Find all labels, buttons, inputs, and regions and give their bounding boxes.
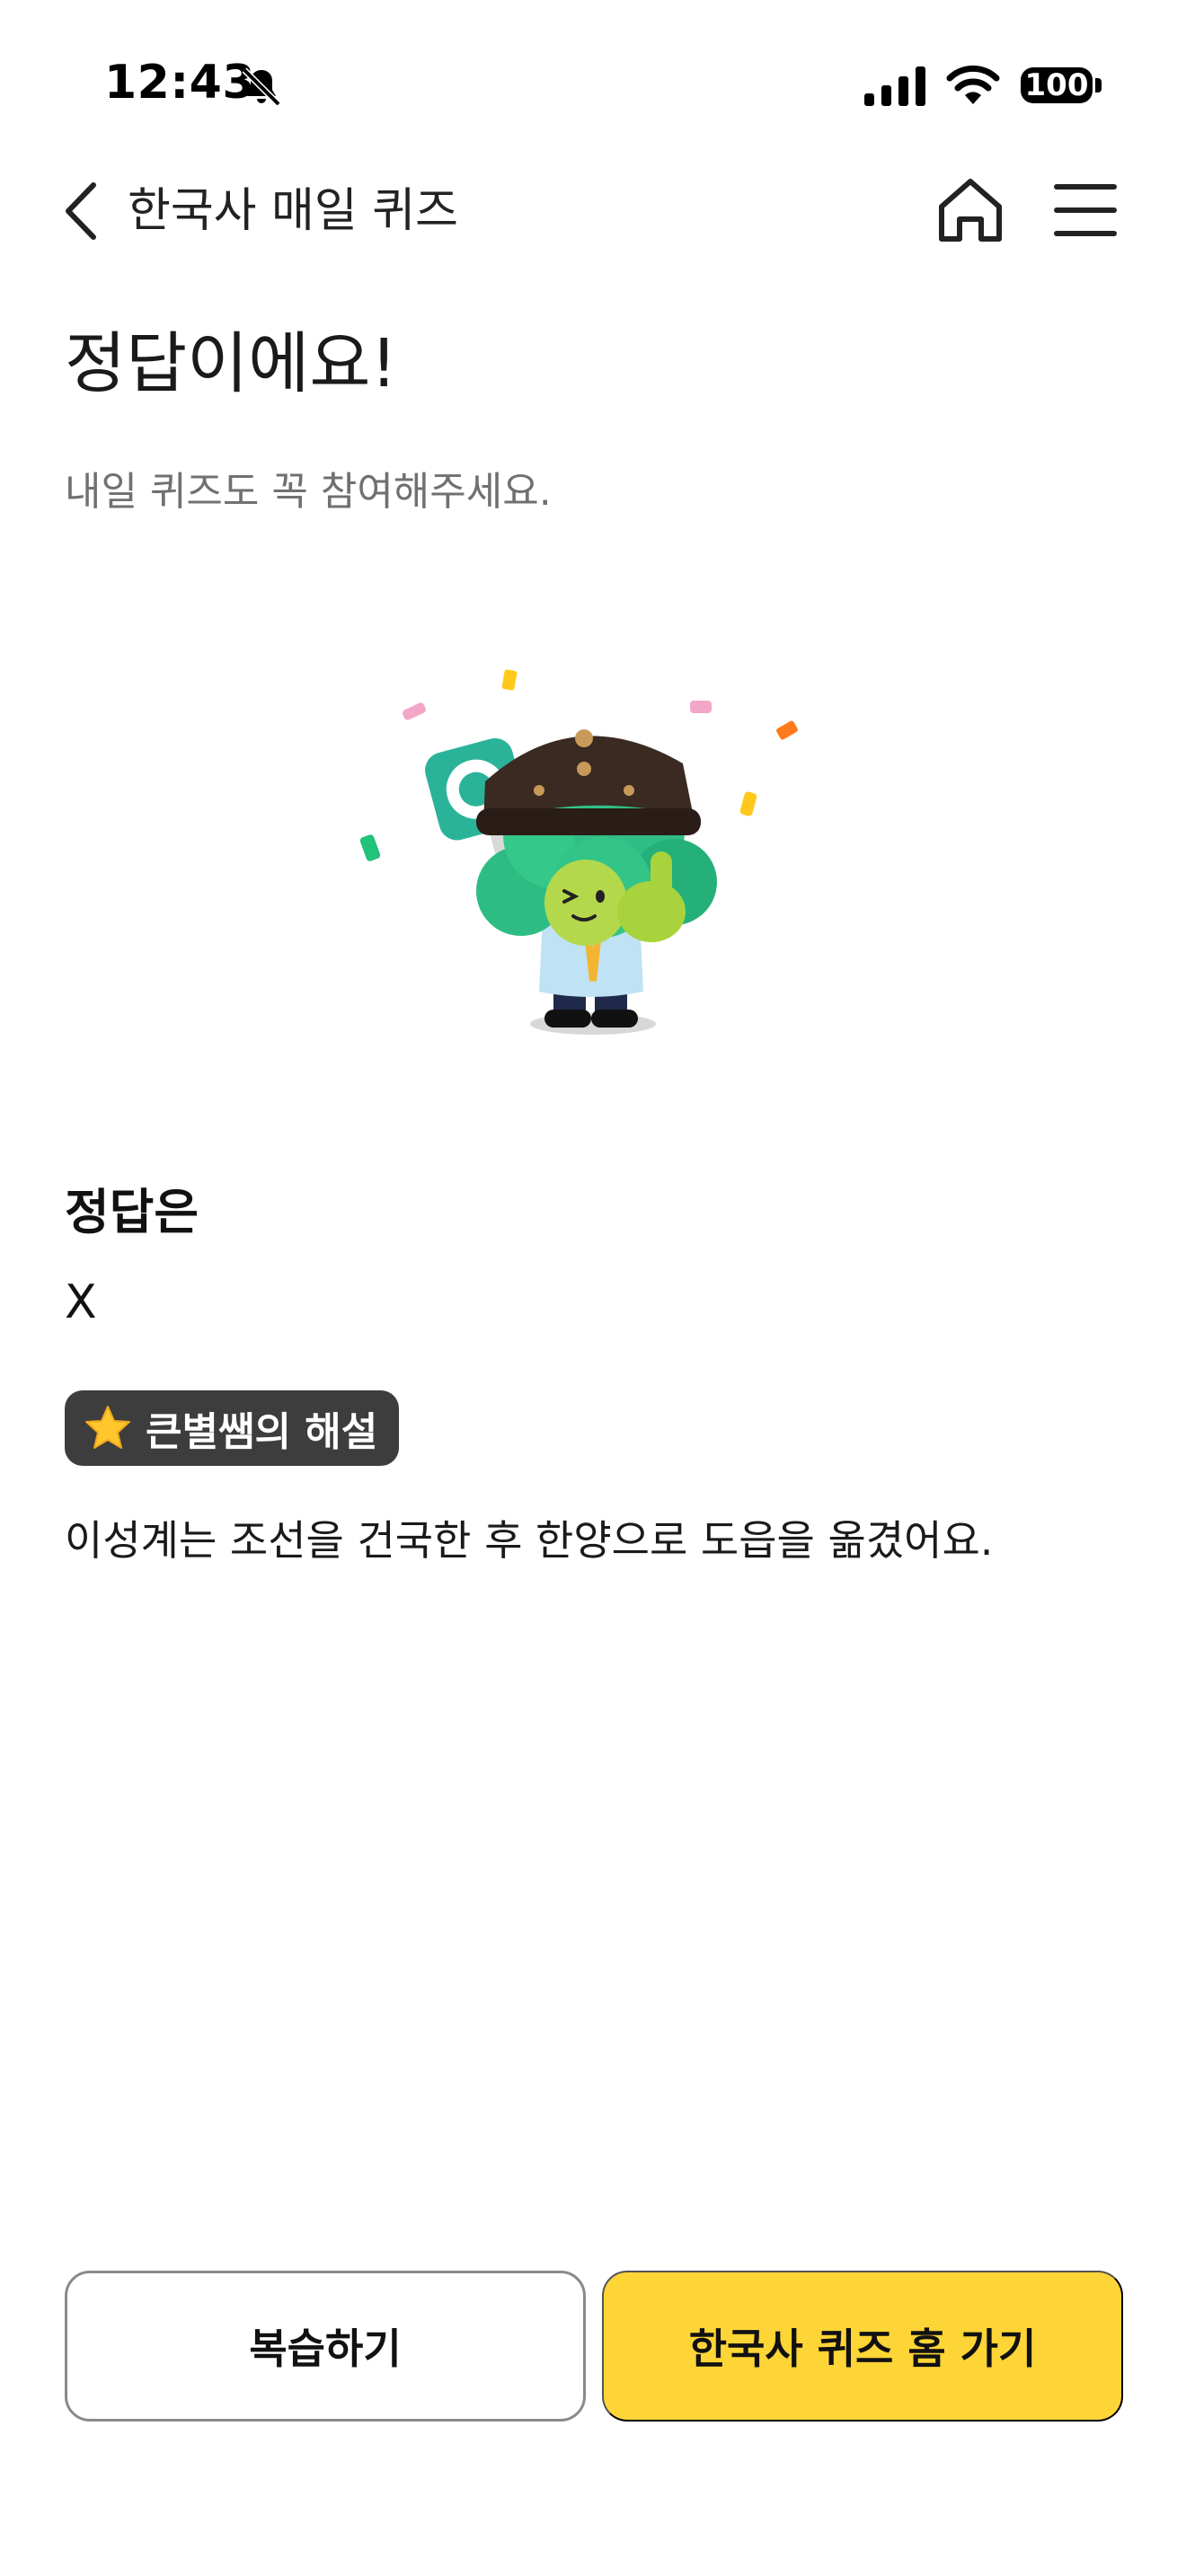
confetti [776, 720, 798, 740]
result-headline: 정답이에요! [65, 325, 398, 402]
status-time: 12:43 [104, 56, 256, 110]
answer-value: X [65, 1275, 97, 1329]
character-thumbs-up-illustration [359, 669, 798, 1035]
star-icon [85, 1406, 130, 1449]
bell-off-icon [242, 67, 281, 107]
result-subline: 내일 퀴즈도 꼭 참여해주세요. [65, 469, 552, 515]
confetti [739, 791, 757, 816]
wifi-icon [946, 65, 1000, 104]
status-bar: 12:43 100 [0, 0, 1186, 171]
confetti [501, 669, 518, 691]
page-title: 한국사 매일 퀴즈 [128, 184, 458, 238]
review-button[interactable]: 복습하기 [65, 2271, 586, 2422]
quiz-home-button[interactable]: 한국사 퀴즈 홈 가기 [602, 2271, 1123, 2422]
menu-icon[interactable] [1053, 181, 1118, 239]
confetti [359, 834, 381, 861]
answer-heading: 정답은 [65, 1184, 199, 1240]
battery-nub [1095, 78, 1102, 93]
home-icon[interactable] [934, 174, 1006, 246]
battery-indicator: 100 [1015, 63, 1105, 108]
back-icon[interactable] [59, 181, 104, 241]
explanation-badge: 큰별쌤의 해설 [65, 1390, 400, 1466]
battery-percent: 100 [1021, 67, 1093, 103]
cellular-signal-icon [864, 66, 925, 106]
explanation-badge-label: 큰별쌤의 해설 [146, 1409, 378, 1455]
quiz-result-screen: 12:43 100 한국사 매일 퀴즈 정답이에요! 내일 퀴즈도 꼭 참여해주… [0, 0, 1186, 2576]
confetti [402, 702, 427, 720]
confetti [690, 701, 712, 713]
explanation-text: 이성계는 조선을 건국한 후 한양으로 도읍을 옮겼어요. [65, 1516, 994, 1565]
nav-bar: 한국사 매일 퀴즈 [0, 162, 1186, 260]
